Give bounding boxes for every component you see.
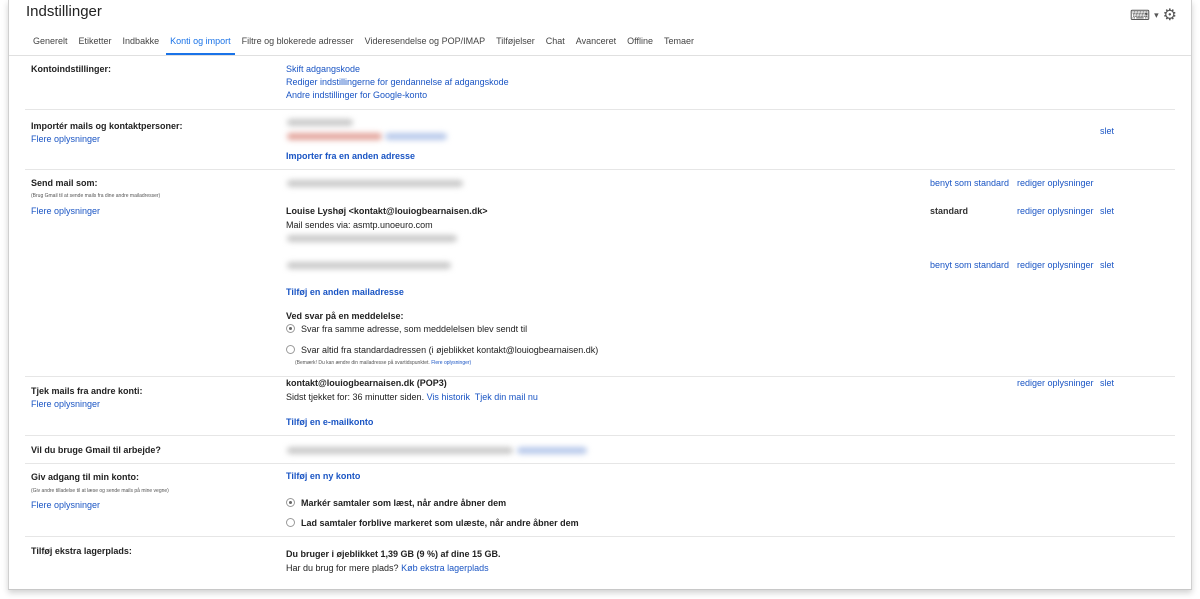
grant-option-keep-unread[interactable]: Lad samtaler forblive markeret som ulæst… bbox=[286, 518, 579, 528]
tab-temaer[interactable]: Temaer bbox=[660, 30, 698, 55]
settings-panel: Indstillinger ⌨ ▾ ⚙ Generelt Etiketter I… bbox=[8, 0, 1192, 590]
recovery-settings-link[interactable]: Rediger indstillingerne for gendannelse … bbox=[286, 77, 509, 87]
redacted-send-address-1 bbox=[287, 180, 463, 187]
tab-chat[interactable]: Chat bbox=[542, 30, 569, 55]
redacted-import-account bbox=[287, 119, 353, 126]
set-default-link-3[interactable]: benyt som standard bbox=[930, 260, 1009, 270]
tab-tilfoejelser[interactable]: Tilføjelser bbox=[492, 30, 539, 55]
check-delete-link[interactable]: slet bbox=[1100, 378, 1114, 388]
top-bar: Indstillinger ⌨ ▾ ⚙ bbox=[9, 0, 1191, 30]
tab-offline[interactable]: Offline bbox=[623, 30, 657, 55]
edit-info-link-3[interactable]: rediger oplysninger bbox=[1017, 260, 1094, 270]
tab-indbakke[interactable]: Indbakke bbox=[119, 30, 164, 55]
send-as-description: (Brug Gmail til at sende mails fra dine … bbox=[31, 193, 161, 199]
send-as-more-info-link[interactable]: Flere oplysninger bbox=[31, 206, 100, 216]
add-email-account-link[interactable]: Tilføj en e-mailkonto bbox=[286, 417, 373, 427]
tab-konti-og-import[interactable]: Konti og import bbox=[166, 30, 235, 55]
redacted-send-address-3 bbox=[287, 262, 451, 269]
grant-more-info-link[interactable]: Flere oplysninger bbox=[31, 500, 100, 510]
work-label: Vil du bruge Gmail til arbejde? bbox=[31, 445, 161, 455]
set-default-link-1[interactable]: benyt som standard bbox=[930, 178, 1009, 188]
send-as-row: Send mail som: (Brug Gmail til at sende … bbox=[25, 170, 1175, 377]
delete-link-3[interactable]: slet bbox=[1100, 260, 1114, 270]
tab-videresendelse[interactable]: Videresendelse og POP/IMAP bbox=[361, 30, 489, 55]
toolbar-icons: ⌨ ▾ ⚙ bbox=[1130, 5, 1177, 25]
reply-setting-title: Ved svar på en meddelelse: bbox=[286, 311, 404, 321]
delete-link-2[interactable]: slet bbox=[1100, 206, 1114, 216]
add-mail-address-link[interactable]: Tilføj en anden mailadresse bbox=[286, 287, 404, 297]
radio-empty-icon[interactable] bbox=[286, 518, 295, 527]
check-mail-now-link[interactable]: Tjek din mail nu bbox=[475, 392, 538, 402]
gear-icon[interactable]: ⚙ bbox=[1163, 5, 1177, 25]
settings-tabs: Generelt Etiketter Indbakke Konti og imp… bbox=[9, 30, 1191, 56]
reply-option-default-address[interactable]: Svar altid fra standardadressen (i øjebl… bbox=[286, 345, 598, 355]
work-row: Vil du bruge Gmail til arbejde? bbox=[25, 436, 1175, 464]
grant-access-row: Giv adgang til min konto: (Giv andre til… bbox=[25, 464, 1175, 537]
reply-note-more-info-link[interactable]: Flere oplysninger) bbox=[431, 360, 471, 366]
check-mail-row: Tjek mails fra andre konti: Flere oplysn… bbox=[25, 377, 1175, 436]
import-delete-link[interactable]: slet bbox=[1100, 126, 1114, 136]
import-row: Importér mails og kontaktpersoner: Flere… bbox=[25, 110, 1175, 170]
storage-row: Tilføj ekstra lagerplads: Du bruger i øj… bbox=[25, 537, 1175, 583]
grant-access-label: Giv adgang til min konto: bbox=[31, 472, 139, 482]
tab-etiketter[interactable]: Etiketter bbox=[75, 30, 116, 55]
reply-note: (Bemærk! Du kan ændre din mailadresse på… bbox=[295, 360, 472, 366]
redacted-import-status bbox=[287, 133, 382, 140]
grant-access-description: (Giv andre tilladelse til at læse og sen… bbox=[31, 488, 169, 494]
account-settings-row: Kontoindstillinger: Skift adgangskode Re… bbox=[25, 56, 1175, 110]
radio-selected-icon[interactable] bbox=[286, 498, 295, 507]
account-settings-label: Kontoindstillinger: bbox=[31, 64, 111, 74]
tab-avanceret[interactable]: Avanceret bbox=[572, 30, 620, 55]
edit-info-link-1[interactable]: rediger oplysninger bbox=[1017, 178, 1094, 188]
redacted-import-link bbox=[385, 133, 447, 140]
tab-filtre[interactable]: Filtre og blokerede adresser bbox=[238, 30, 358, 55]
storage-usage: Du bruger i øjeblikket 1,39 GB (9 %) af … bbox=[286, 549, 501, 559]
chevron-down-icon[interactable]: ▾ bbox=[1154, 10, 1159, 21]
edit-info-link-2[interactable]: rediger oplysninger bbox=[1017, 206, 1094, 216]
pop3-account: kontakt@louiogbearnaisen.dk (POP3) bbox=[286, 378, 447, 388]
default-badge: standard bbox=[930, 206, 969, 216]
radio-selected-icon[interactable] bbox=[286, 324, 295, 333]
redacted-work-text bbox=[287, 447, 513, 454]
storage-more-line: Har du brug for mere plads? Køb ekstra l… bbox=[286, 563, 489, 573]
view-history-link[interactable]: Vis historik bbox=[427, 392, 470, 402]
last-checked-line: Sidst tjekket for: 36 minutter siden. Vi… bbox=[286, 392, 538, 402]
import-more-info-link[interactable]: Flere oplysninger bbox=[31, 134, 100, 144]
check-mail-more-info-link[interactable]: Flere oplysninger bbox=[31, 399, 100, 409]
google-account-settings-link[interactable]: Andre indstillinger for Google-konto bbox=[286, 90, 427, 100]
buy-storage-link[interactable]: Køb ekstra lagerplads bbox=[401, 563, 489, 573]
keyboard-icon[interactable]: ⌨ bbox=[1130, 7, 1150, 24]
check-mail-label: Tjek mails fra andre konti: bbox=[31, 386, 143, 396]
add-new-account-link[interactable]: Tilføj en ny konto bbox=[286, 471, 360, 481]
redacted-send-address-2-details bbox=[287, 235, 457, 242]
redacted-work-link bbox=[517, 447, 587, 454]
radio-empty-icon[interactable] bbox=[286, 345, 295, 354]
send-address-2: Louise Lyshøj <kontakt@louiogbearnaisen.… bbox=[286, 206, 488, 216]
grant-option-mark-read[interactable]: Markér samtaler som læst, når andre åbne… bbox=[286, 498, 506, 508]
storage-label: Tilføj ekstra lagerplads: bbox=[31, 546, 132, 556]
reply-option-same-address[interactable]: Svar fra samme adresse, som meddelelsen … bbox=[286, 324, 527, 334]
import-other-address-link[interactable]: Importer fra en anden adresse bbox=[286, 151, 415, 161]
page-title: Indstillinger bbox=[26, 3, 102, 20]
send-as-label: Send mail som: bbox=[31, 178, 98, 188]
send-address-2-via: Mail sendes via: asmtp.unoeuro.com bbox=[286, 220, 433, 230]
change-password-link[interactable]: Skift adgangskode bbox=[286, 64, 360, 74]
tab-generelt[interactable]: Generelt bbox=[29, 30, 72, 55]
import-label: Importér mails og kontaktpersoner: bbox=[31, 121, 183, 131]
check-edit-info-link[interactable]: rediger oplysninger bbox=[1017, 378, 1094, 388]
